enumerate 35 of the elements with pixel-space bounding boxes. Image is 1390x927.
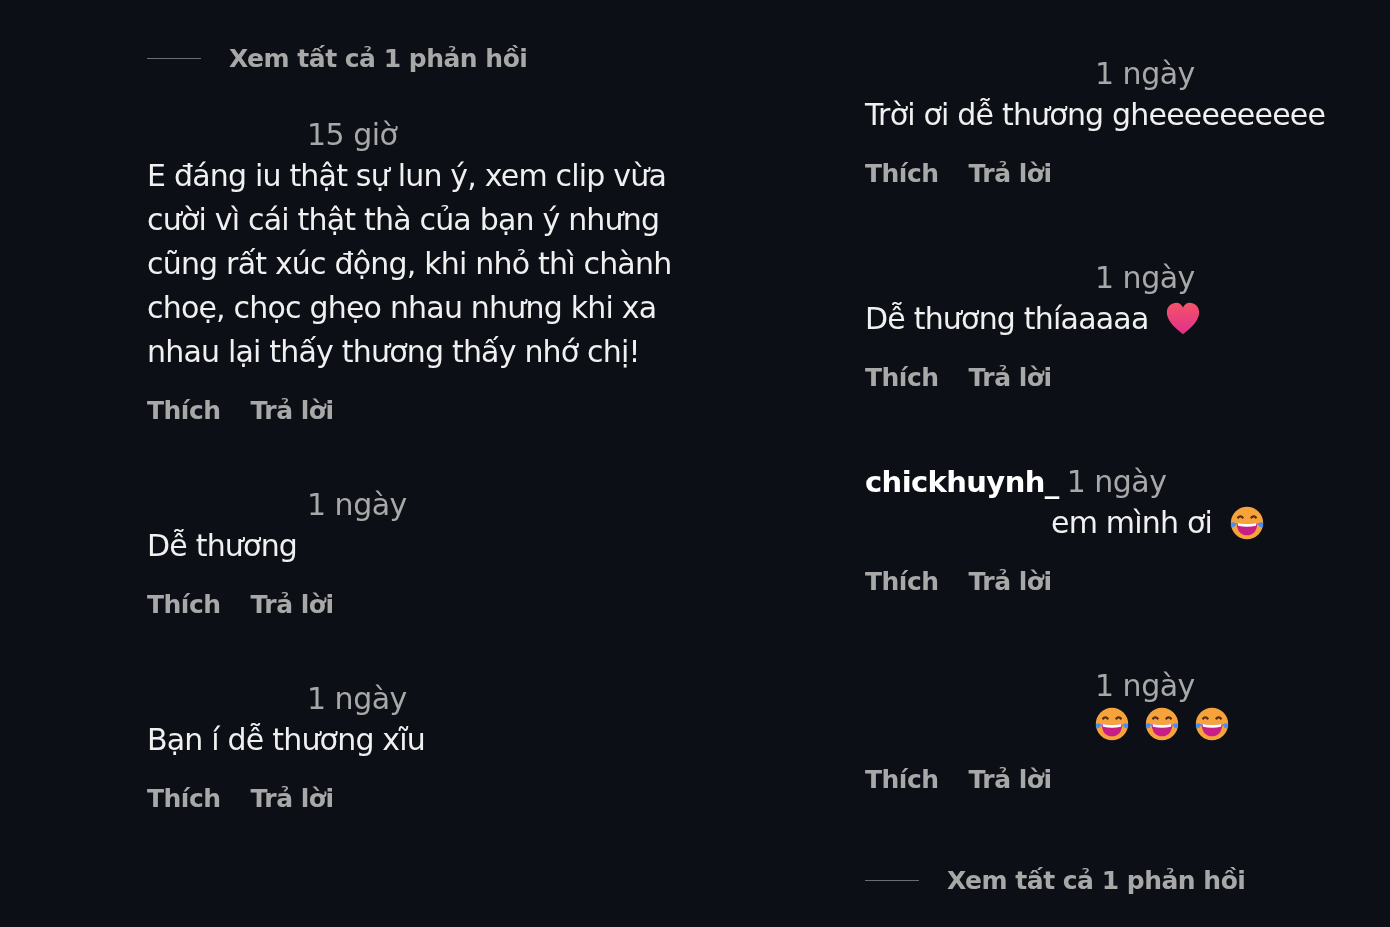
laughing-face-icon (1093, 705, 1131, 743)
like-link[interactable]: Thích (865, 567, 939, 596)
view-replies-link[interactable]: Xem tất cả 1 phản hồi (947, 866, 1246, 895)
divider-line (147, 58, 201, 59)
like-link[interactable]: Thích (865, 363, 939, 392)
reply-link[interactable]: Trả lời (968, 159, 1052, 188)
laughing-face-icon (1193, 705, 1231, 743)
timestamp: 1 ngày (307, 681, 407, 716)
comment-text: Bạn í dễ thương xĩu (147, 721, 426, 759)
username[interactable]: chickhuynh_ (865, 465, 1059, 499)
reply-link[interactable]: Trả lời (968, 363, 1052, 392)
laughing-face-icon (1143, 705, 1181, 743)
timestamp: 15 giờ (307, 117, 398, 152)
comment-text: Dễ thương (147, 527, 298, 565)
timestamp: 1 ngày (1095, 56, 1195, 91)
comment-text: Trời ơi dễ thương gheeeeeeeeee (865, 96, 1326, 134)
reply-link[interactable]: Trả lời (968, 765, 1052, 794)
timestamp: 1 ngày (1095, 668, 1195, 703)
like-link[interactable]: Thích (865, 159, 939, 188)
timestamp: 1 ngày (1095, 260, 1195, 295)
reply-link[interactable]: Trả lời (250, 396, 334, 425)
like-link[interactable]: Thích (147, 784, 221, 813)
reply-link[interactable]: Trả lời (968, 567, 1052, 596)
comment-text: Dễ thương thíaaaaa (865, 300, 1149, 338)
divider-line (865, 880, 919, 881)
view-replies-link[interactable]: Xem tất cả 1 phản hồi (229, 44, 528, 73)
like-link[interactable]: Thích (147, 590, 221, 619)
comment-text: E đáng iu thật sự lun ý, xem clip vừa cười vì cái thật thà của bạn ý nhưng cũng rất xúc động, khi nhỏ thì chành choẹ, chọc ghẹo nhau nhưng khi xa nhau lại thấy thương thấy nhớ chị! (147, 157, 673, 371)
like-link[interactable]: Thích (865, 765, 939, 794)
timestamp: 1 ngày (1066, 464, 1167, 499)
comment-text: em mình ơi (1051, 504, 1213, 542)
reply-link[interactable]: Trả lời (250, 784, 334, 813)
like-link[interactable]: Thích (147, 396, 221, 425)
reply-link[interactable]: Trả lời (250, 590, 334, 619)
timestamp: 1 ngày (307, 487, 407, 522)
